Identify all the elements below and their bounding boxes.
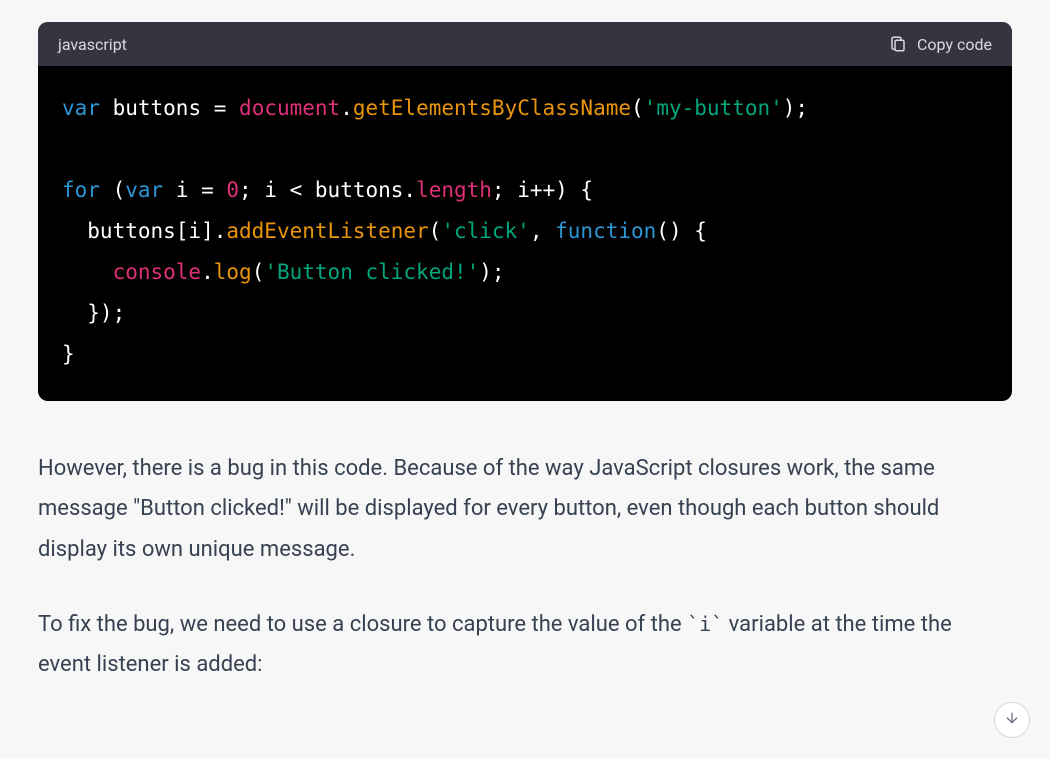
clipboard-icon [889,34,907,54]
explanation-text: However, there is a bug in this code. Be… [38,449,998,686]
code-token [62,260,113,284]
paragraph: To fix the bug, we need to use a closure… [38,605,998,686]
paragraph: However, there is a bug in this code. Be… [38,449,998,571]
code-token: ; i++) { [492,178,593,202]
scroll-down-button[interactable] [994,702,1030,738]
code-token: var [125,178,163,202]
code-language-label: javascript [58,35,127,54]
arrow-down-icon [1004,710,1020,730]
code-token: getElementsByClassName [353,96,631,120]
code-header: javascript Copy code [38,22,1012,66]
code-token: ( [429,219,442,243]
code-token: for [62,178,100,202]
code-token: console [113,260,202,284]
code-token: () { [656,219,707,243]
code-token: addEventListener [226,219,428,243]
code-token: 'my-button' [644,96,783,120]
code-body: var buttons = document.getElementsByClas… [38,66,1012,401]
text: To fix the bug, we need to use a closure… [38,612,687,637]
code-token: ; i < buttons. [239,178,416,202]
code-token: }); [62,301,125,325]
code-token: 'Button clicked!' [264,260,479,284]
code-token: 'click' [441,219,530,243]
code-token: buttons[i]. [62,219,226,243]
inline-code: `i` [687,612,723,636]
code-token: ); [479,260,504,284]
code-token: document [239,96,340,120]
code-token: } [62,342,75,366]
code-token: ( [631,96,644,120]
code-token: length [416,178,492,202]
code-token: var [62,96,100,120]
code-token: buttons [113,96,202,120]
code-token: function [555,219,656,243]
code-token: 0 [226,178,239,202]
code-token: ( [252,260,265,284]
copy-code-button[interactable]: Copy code [889,34,992,54]
code-token: log [214,260,252,284]
code-token: . [201,260,214,284]
code-token: . [340,96,353,120]
code-block: javascript Copy code var buttons = docum… [38,22,1012,401]
code-token: , [530,219,555,243]
code-token: = [201,96,239,120]
code-token: ( [100,178,125,202]
copy-code-label: Copy code [917,35,992,54]
code-token: i = [163,178,226,202]
code-token: ); [783,96,808,120]
